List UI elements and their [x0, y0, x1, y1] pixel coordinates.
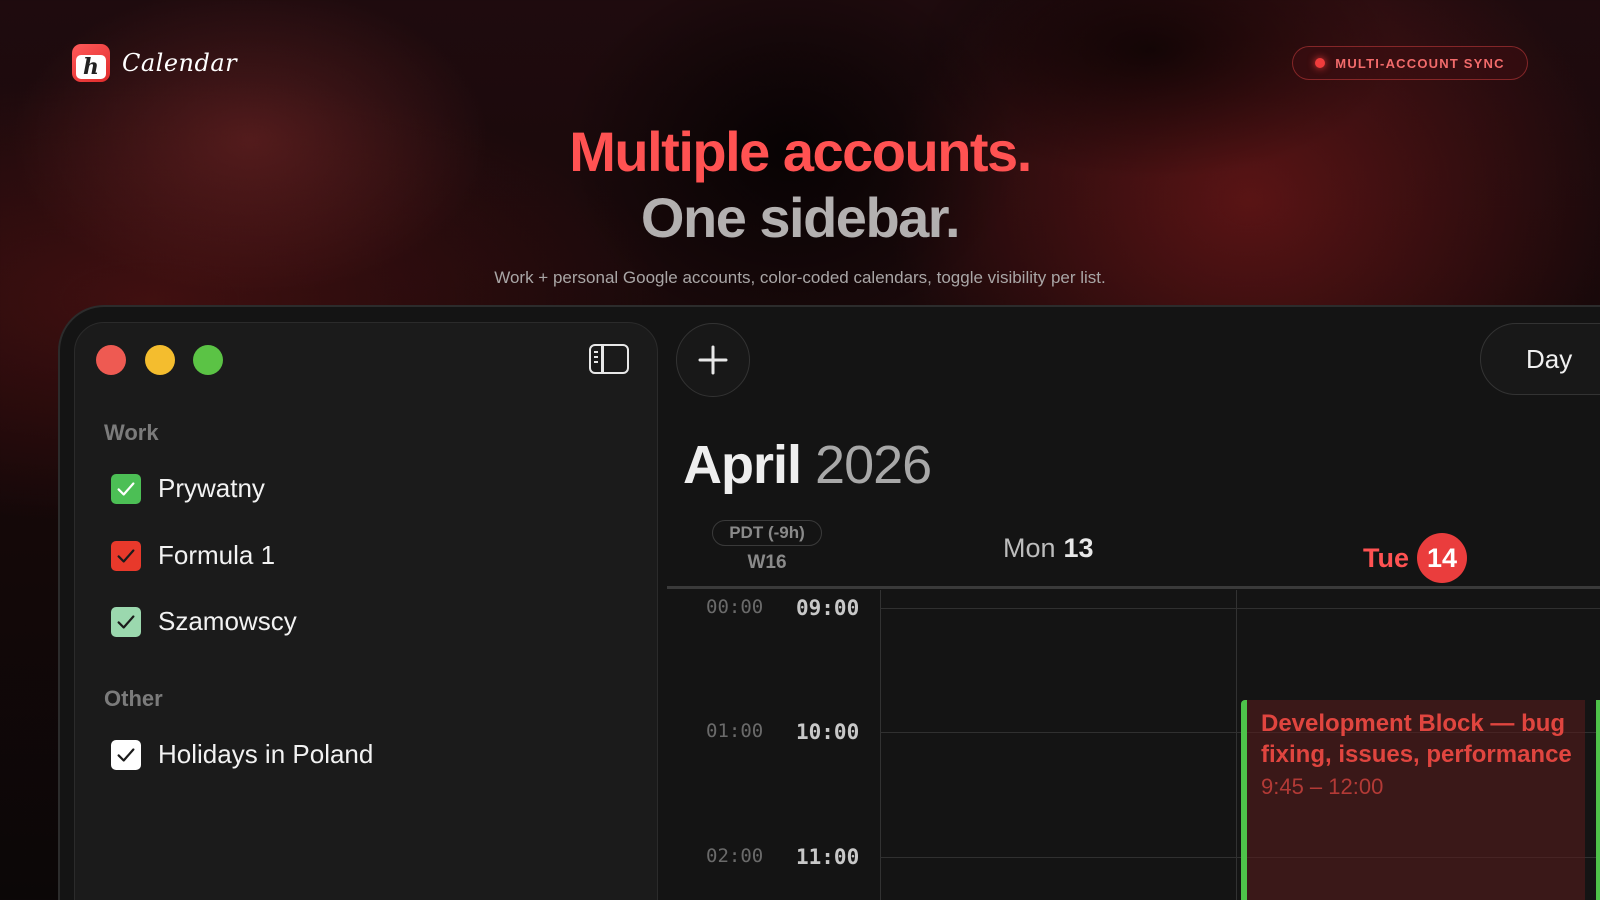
- window-zoom-button[interactable]: [193, 345, 223, 375]
- hero-title-line1: Multiple accounts.: [569, 120, 1032, 183]
- window-close-button[interactable]: [96, 345, 126, 375]
- view-mode-button[interactable]: Day: [1480, 323, 1600, 395]
- hour-line: [880, 608, 1600, 609]
- badge-text: MULTI-ACCOUNT SYNC: [1335, 55, 1505, 71]
- calendar-app-logo-icon: h: [72, 44, 110, 82]
- header-divider: [667, 586, 1600, 589]
- event-edge: [1596, 700, 1600, 900]
- calendar-item-holidays-in-poland[interactable]: Holidays in Poland: [111, 739, 373, 770]
- checkbox-checked-icon[interactable]: [111, 739, 141, 770]
- day-name: Mon: [1003, 533, 1056, 563]
- brand-name: Calendar: [122, 49, 238, 77]
- time-label-alt: 02:00: [706, 845, 764, 867]
- plus-icon: [698, 345, 728, 375]
- event-time: 9:45 – 12:00: [1261, 774, 1384, 800]
- time-label-alt: 01:00: [706, 720, 764, 742]
- hero-subtitle: Work + personal Google accounts, color-c…: [494, 268, 1106, 287]
- calendar-label: Prywatny: [158, 473, 265, 503]
- multi-account-sync-badge: MULTI-ACCOUNT SYNC: [1292, 46, 1528, 80]
- month-title: April 2026: [683, 434, 932, 496]
- year: 2026: [815, 435, 932, 495]
- time-label: 09:00: [796, 596, 860, 620]
- checkbox-checked-icon[interactable]: [111, 473, 141, 504]
- calendar-item-szamowscy[interactable]: Szamowscy: [111, 606, 297, 637]
- calendar-item-formula-1[interactable]: Formula 1: [111, 540, 275, 571]
- brand[interactable]: h Calendar: [72, 44, 237, 82]
- column-divider: [880, 590, 881, 900]
- group-label-work: Work: [104, 420, 159, 445]
- week-number: W16: [747, 552, 787, 573]
- event-development-block[interactable]: Development Block — bug fixing, issues, …: [1241, 700, 1585, 900]
- event-title: Development Block — bug fixing, issues, …: [1261, 710, 1572, 769]
- time-label-alt: 00:00: [706, 596, 764, 618]
- status-dot-icon: [1315, 58, 1326, 68]
- checkbox-checked-icon[interactable]: [111, 606, 141, 637]
- time-label: 11:00: [796, 845, 860, 869]
- sidebar-toggle-icon[interactable]: [589, 344, 629, 374]
- hero-title-line2: One sidebar.: [640, 186, 961, 249]
- group-label-other: Other: [104, 686, 163, 711]
- calendar-item-prywatny[interactable]: Prywatny: [111, 473, 265, 504]
- calendar-label: Holidays in Poland: [158, 739, 374, 769]
- checkbox-checked-icon[interactable]: [111, 540, 141, 571]
- day-number: 13: [1063, 533, 1094, 563]
- column-divider: [1236, 590, 1237, 900]
- time-label: 10:00: [796, 720, 860, 744]
- calendar-label: Szamowscy: [158, 606, 297, 636]
- logo-glyph: h: [76, 55, 106, 79]
- month-name: April: [683, 435, 802, 495]
- calendar-label: Formula 1: [158, 540, 276, 570]
- add-event-button[interactable]: [676, 323, 750, 397]
- today-badge: 14: [1417, 533, 1467, 583]
- day-header-tue[interactable]: Tue 14: [1363, 533, 1467, 583]
- day-header-mon[interactable]: Mon 13: [1003, 533, 1094, 564]
- window-minimize-button[interactable]: [145, 345, 175, 375]
- timezone-pill[interactable]: PDT (-9h): [712, 520, 822, 546]
- day-name: Tue: [1363, 542, 1409, 573]
